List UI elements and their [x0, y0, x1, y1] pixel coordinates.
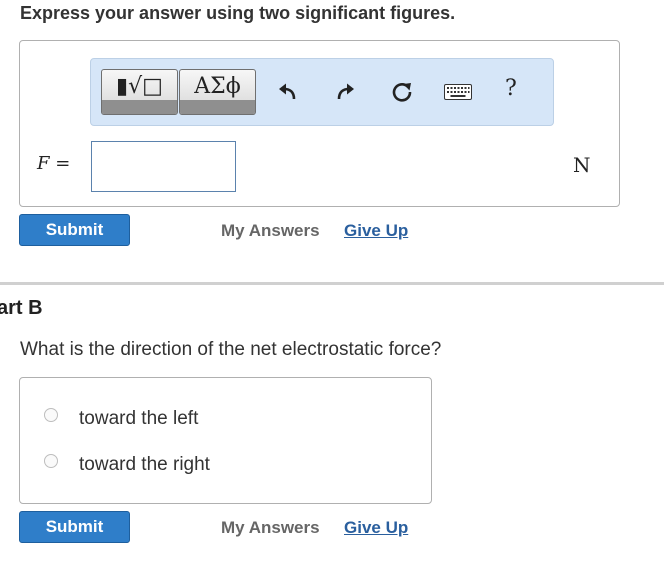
part-b-title: art B: [0, 297, 43, 319]
give-up-link-part-a[interactable]: Give Up: [344, 221, 408, 241]
radio-toward-left[interactable]: [44, 408, 58, 422]
choice-panel: [19, 377, 432, 504]
choice-label-toward-left[interactable]: toward the left: [79, 408, 198, 430]
templates-button[interactable]: ▮√□: [101, 69, 178, 115]
reset-icon[interactable]: [389, 79, 415, 105]
variable-label: F =: [37, 153, 70, 174]
templates-dropdown-strip: [102, 100, 177, 114]
keyboard-icon[interactable]: [443, 79, 473, 105]
radio-toward-right[interactable]: [44, 454, 58, 468]
my-answers-link-part-b[interactable]: My Answers: [221, 518, 320, 538]
templates-glyph: ▮√□: [116, 73, 163, 99]
submit-button-part-b[interactable]: Submit: [19, 511, 130, 543]
choice-label-toward-right[interactable]: toward the right: [79, 454, 210, 476]
part-b-question: What is the direction of the net electro…: [20, 339, 442, 360]
answer-instruction: Express your answer using two significan…: [20, 3, 456, 23]
equals-sign: =: [55, 153, 71, 174]
help-button[interactable]: ?: [505, 76, 517, 101]
math-toolbar: ▮√□ ΑΣϕ ?: [90, 58, 554, 126]
redo-icon[interactable]: [332, 79, 358, 105]
my-answers-link-part-a[interactable]: My Answers: [221, 221, 320, 241]
symbols-glyph: ΑΣϕ: [194, 73, 241, 99]
submit-button-part-a[interactable]: Submit: [19, 214, 130, 246]
symbols-button[interactable]: ΑΣϕ: [179, 69, 256, 115]
undo-icon[interactable]: [275, 79, 301, 105]
section-divider: [0, 282, 664, 285]
symbols-dropdown-strip: [180, 100, 255, 114]
variable-name: F: [37, 153, 50, 174]
unit-label: N: [573, 153, 591, 177]
give-up-link-part-b[interactable]: Give Up: [344, 518, 408, 538]
answer-input[interactable]: [91, 141, 236, 192]
